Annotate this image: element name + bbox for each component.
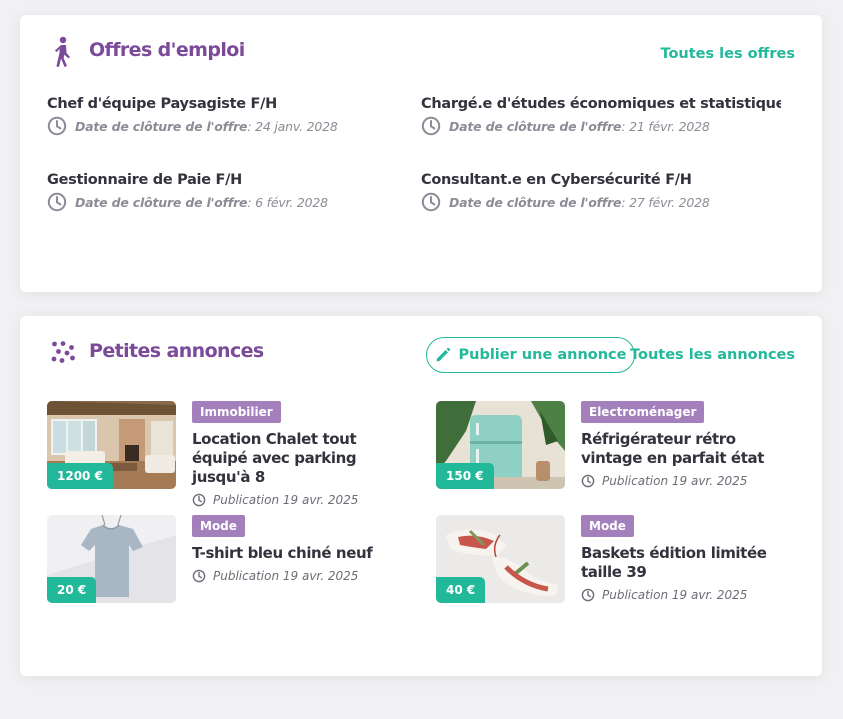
ad-item: 150 € Electroménager Réfrigérateur rétro…	[436, 401, 806, 491]
publication-date-text: Publication 19 avr. 2025	[213, 493, 359, 507]
ad-publication-date: Publication 19 avr. 2025	[192, 493, 407, 507]
job-item: Chargé.e d'études économiques et statist…	[421, 96, 781, 136]
publish-ad-label: Publier une annonce	[458, 347, 627, 363]
ad-title-link[interactable]: Baskets édition limitée taille 39	[581, 544, 796, 582]
pencil-icon	[436, 347, 450, 362]
walking-person-icon	[54, 36, 70, 67]
job-deadline: Date de clôture de l'offre: 24 janv. 202…	[47, 116, 407, 136]
ad-thumbnail[interactable]: 1200 €	[47, 401, 176, 489]
job-item: Chef d'équipe Paysagiste F/H Date de clô…	[47, 96, 407, 136]
price-tag: 20 €	[47, 577, 97, 603]
clock-icon	[192, 493, 206, 507]
price-tag: 1200 €	[47, 463, 113, 489]
job-item: Gestionnaire de Paie F/H Date de clôture…	[47, 172, 407, 212]
ad-body: Mode T-shirt bleu chiné neuf Publication…	[192, 515, 407, 583]
job-title-link[interactable]: Gestionnaire de Paie F/H	[47, 172, 407, 188]
deadline-value: : 21 févr. 2028	[621, 118, 710, 134]
ad-thumbnail[interactable]: 150 €	[436, 401, 565, 489]
deadline-value: : 27 févr. 2028	[621, 194, 710, 210]
category-badge: Immobilier	[192, 401, 281, 423]
deadline-value: : 6 févr. 2028	[247, 194, 328, 210]
price-tag: 40 €	[436, 577, 486, 603]
job-deadline: Date de clôture de l'offre: 21 févr. 202…	[421, 116, 781, 136]
ad-title-link[interactable]: T-shirt bleu chiné neuf	[192, 544, 407, 563]
ad-item: 40 € Mode Baskets édition limitée taille…	[436, 515, 806, 605]
category-badge: Mode	[581, 515, 634, 537]
classified-ads-title: Petites annonces	[89, 340, 264, 362]
clock-icon	[47, 192, 67, 212]
publication-date-text: Publication 19 avr. 2025	[602, 474, 748, 488]
deadline-label: Date de clôture de l'offre	[449, 118, 622, 134]
job-offers-card: Offres d'emploi Toutes les offres Chef d…	[20, 15, 822, 292]
publication-date-text: Publication 19 avr. 2025	[213, 569, 359, 583]
clock-icon	[192, 569, 206, 583]
job-offers-title: Offres d'emploi	[89, 39, 245, 61]
clock-icon	[581, 474, 595, 488]
clock-icon	[47, 116, 67, 136]
job-title-link[interactable]: Chargé.e d'études économiques et statist…	[421, 96, 781, 112]
clock-icon	[421, 192, 441, 212]
ad-item: 20 € Mode T-shirt bleu chiné neuf Public…	[47, 515, 417, 605]
all-ads-link[interactable]: Toutes les annonces	[630, 347, 795, 363]
clock-icon	[581, 588, 595, 602]
clock-icon	[421, 116, 441, 136]
ad-item: 1200 € Immobilier Location Chalet tout é…	[47, 401, 417, 507]
ad-title-link[interactable]: Réfrigérateur rétro vintage en parfait é…	[581, 430, 796, 468]
publication-date-text: Publication 19 avr. 2025	[602, 588, 748, 602]
deadline-label: Date de clôture de l'offre	[449, 194, 622, 210]
price-tag: 150 €	[436, 463, 494, 489]
ad-thumbnail[interactable]: 20 €	[47, 515, 176, 603]
publish-ad-button[interactable]: Publier une annonce	[426, 337, 635, 373]
ad-thumbnail[interactable]: 40 €	[436, 515, 565, 603]
ad-body: Immobilier Location Chalet tout équipé a…	[192, 401, 407, 507]
dots-cluster-icon	[51, 341, 75, 363]
ad-body: Mode Baskets édition limitée taille 39 P…	[581, 515, 796, 602]
job-deadline: Date de clôture de l'offre: 6 févr. 2028	[47, 192, 407, 212]
category-badge: Mode	[192, 515, 245, 537]
deadline-label: Date de clôture de l'offre	[75, 194, 248, 210]
ad-publication-date: Publication 19 avr. 2025	[581, 474, 796, 488]
deadline-label: Date de clôture de l'offre	[75, 118, 248, 134]
all-offers-link[interactable]: Toutes les offres	[660, 46, 795, 62]
ad-title-link[interactable]: Location Chalet tout équipé avec parking…	[192, 430, 407, 487]
ad-publication-date: Publication 19 avr. 2025	[581, 588, 796, 602]
job-title-link[interactable]: Chef d'équipe Paysagiste F/H	[47, 96, 407, 112]
job-deadline: Date de clôture de l'offre: 27 févr. 202…	[421, 192, 781, 212]
ad-body: Electroménager Réfrigérateur rétro vinta…	[581, 401, 796, 488]
job-title-link[interactable]: Consultant.e en Cybersécurité F/H	[421, 172, 781, 188]
classified-ads-card: Petites annonces Publier une annonce Tou…	[20, 316, 822, 676]
deadline-value: : 24 janv. 2028	[247, 118, 338, 134]
ad-publication-date: Publication 19 avr. 2025	[192, 569, 407, 583]
job-item: Consultant.e en Cybersécurité F/H Date d…	[421, 172, 781, 212]
category-badge: Electroménager	[581, 401, 705, 423]
